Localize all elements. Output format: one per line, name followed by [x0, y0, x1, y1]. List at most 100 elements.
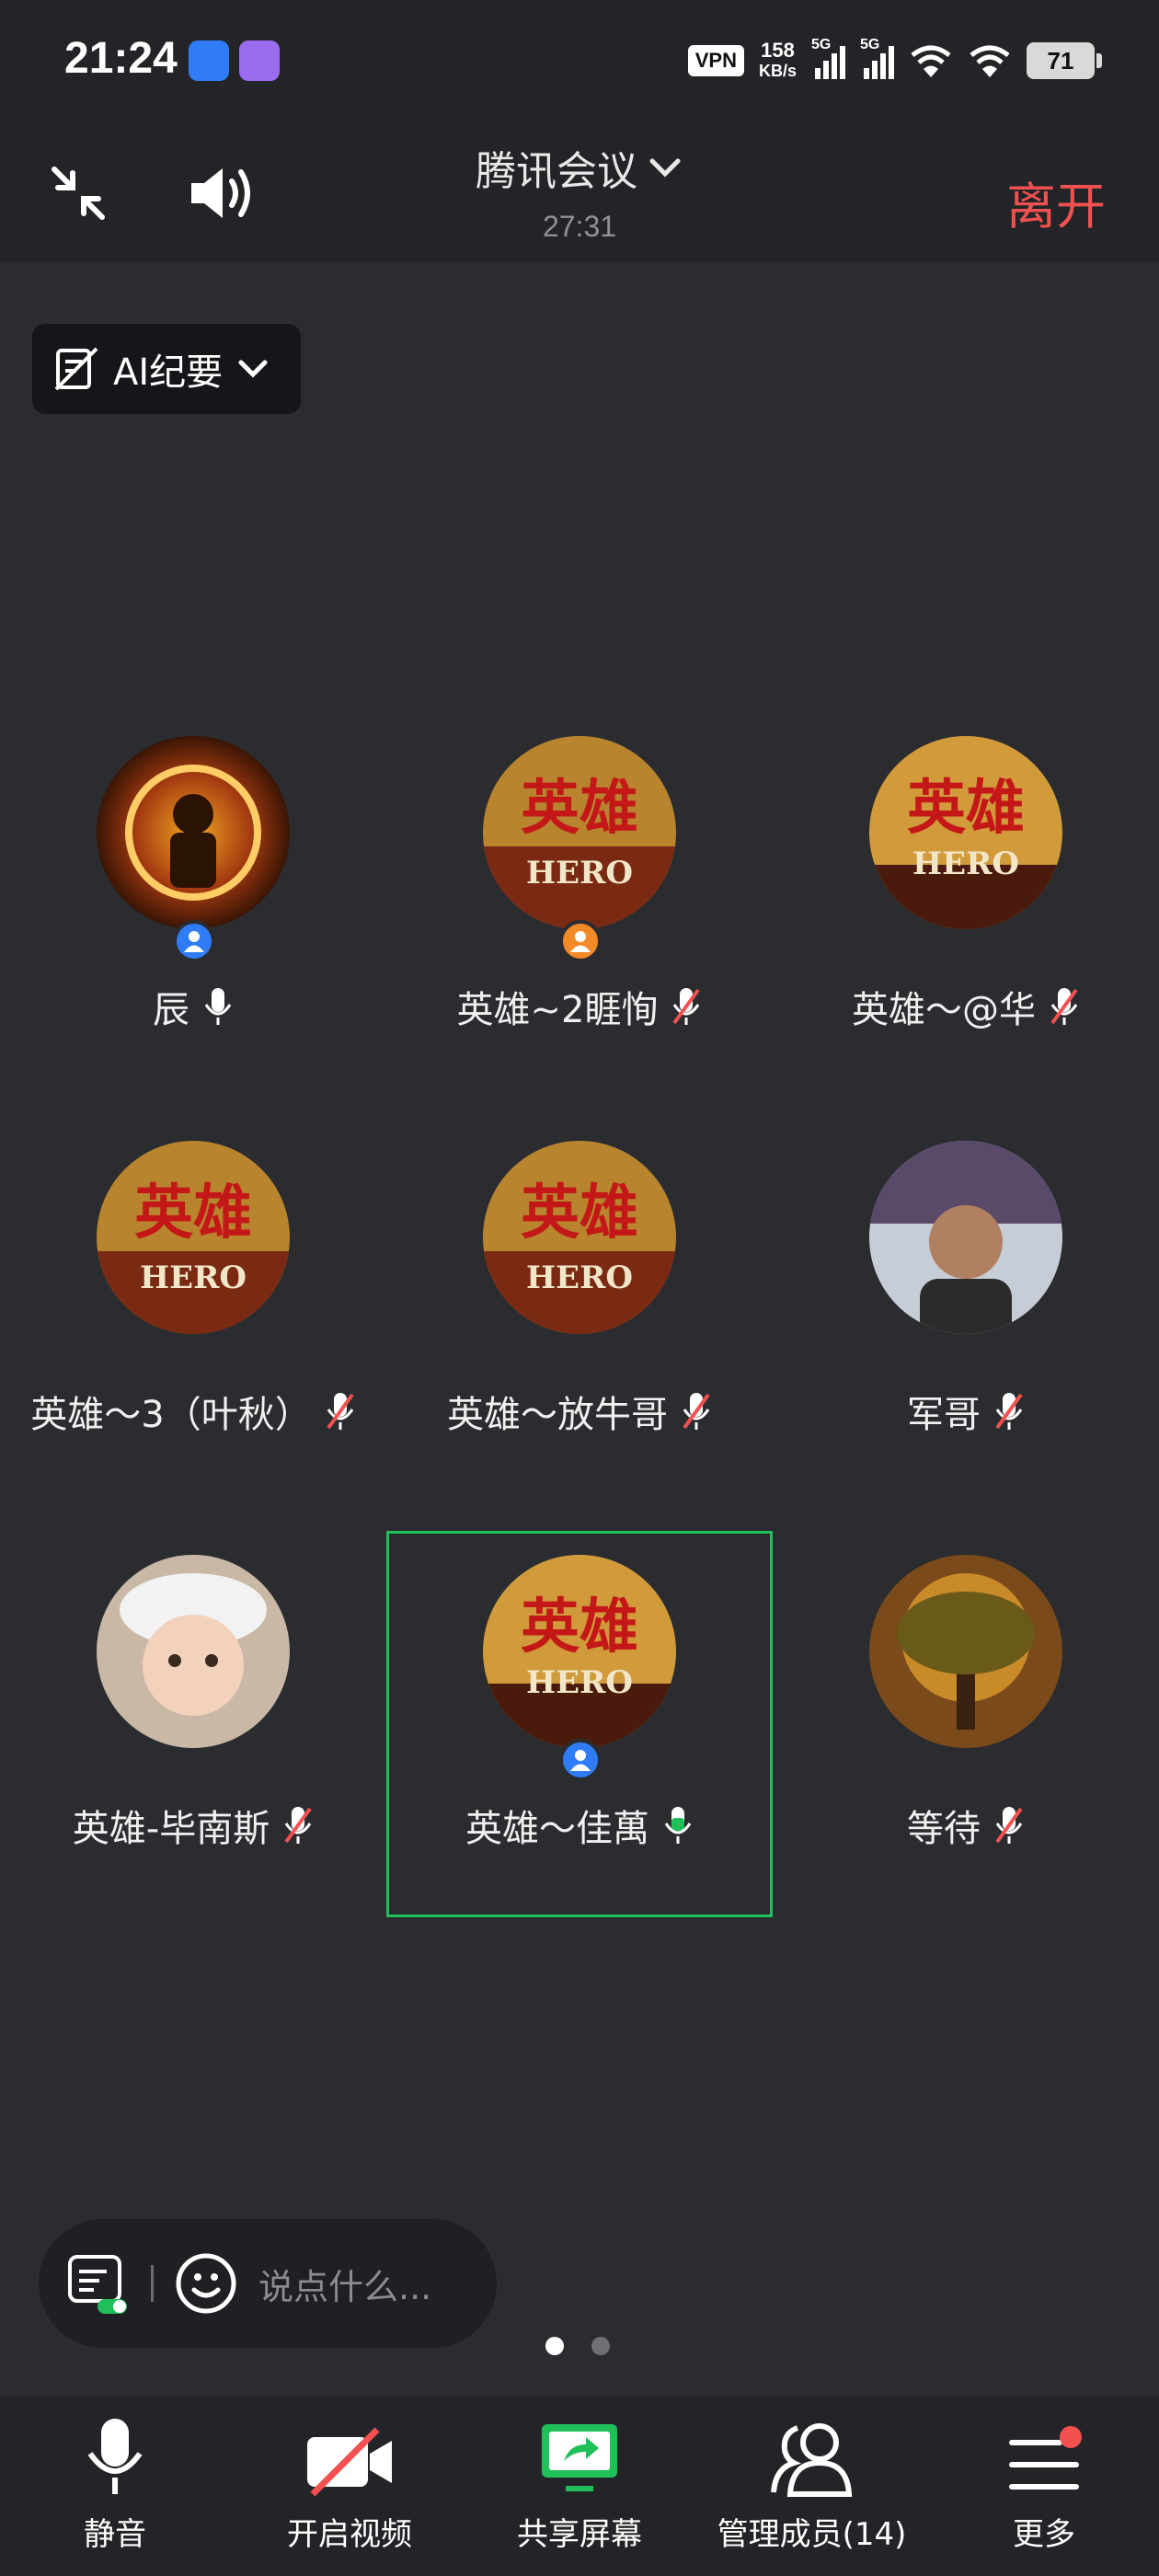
more-label: 更多: [1013, 2516, 1075, 2553]
wifi-icon: [911, 45, 951, 77]
bottom-toolbar: 静音 开启视频 共享屏幕 管理成员(14) 更多: [0, 2397, 1159, 2576]
participant-name: 英雄-毕南斯: [72, 1808, 270, 1850]
participant-name-row: 英雄～@华: [773, 980, 1159, 1033]
manage-members-button[interactable]: 管理成员(14): [713, 2397, 911, 2576]
participant-name-row: 英雄~2睚恂: [386, 980, 773, 1033]
start-video-button[interactable]: 开启视频: [267, 2397, 432, 2576]
participant-tile[interactable]: 英雄 HERO 英雄～放牛哥: [386, 1141, 773, 1454]
participant-tile[interactable]: 军哥: [773, 1141, 1159, 1454]
participant-name-row: 英雄～放牛哥: [386, 1385, 773, 1438]
avatar: [97, 736, 290, 929]
status-indicators: VPN 158 KB/s 5G 5G 71: [687, 35, 1102, 86]
network-speed-value: 158: [761, 39, 795, 62]
participant-tile[interactable]: 等待: [773, 1555, 1159, 1868]
participant-name-row: 英雄～3（叶秋）: [0, 1385, 386, 1438]
participant-tile[interactable]: 英雄 HERO 英雄～@华: [773, 736, 1159, 1049]
svg-text:英雄: 英雄: [134, 1179, 252, 1248]
participant-name-row: 英雄～佳萬: [386, 1799, 773, 1852]
app-notification-icon: [189, 40, 229, 81]
participant-name: 英雄～佳萬: [465, 1808, 649, 1850]
network-type: 5G: [811, 37, 832, 52]
avatar: 英雄 HERO: [483, 1555, 676, 1748]
participant-name: 英雄~2睚恂: [456, 989, 659, 1031]
share-screen-button[interactable]: 共享屏幕: [501, 2397, 658, 2576]
svg-text:英雄: 英雄: [907, 774, 1025, 843]
page-dot: [591, 2337, 610, 2355]
mic-muted-icon: [995, 1807, 1023, 1844]
meeting-title: 腾讯会议: [476, 148, 637, 195]
svg-text:HERO: HERO: [526, 1664, 633, 1701]
participant-name: 军哥: [907, 1394, 981, 1436]
avatar: 英雄 HERO: [483, 1141, 676, 1334]
avatar: 英雄 HERO: [483, 736, 676, 929]
participant-name-row: 英雄-毕南斯: [0, 1799, 386, 1852]
svg-text:HERO: HERO: [912, 845, 1019, 882]
participant-tile[interactable]: 英雄-毕南斯: [0, 1555, 386, 1868]
mic-muted-icon: [327, 1393, 354, 1430]
participant-name-row: 辰: [0, 980, 386, 1033]
participant-name-row: 军哥: [773, 1385, 1159, 1438]
minimize-icon[interactable]: [37, 156, 120, 230]
chat-input-placeholder[interactable]: 说点什么...: [258, 2259, 431, 2309]
avatar: 英雄 HERO: [869, 736, 1062, 929]
participant-tile[interactable]: 辰: [0, 736, 386, 1049]
network-type: 5G: [860, 37, 880, 52]
svg-text:英雄: 英雄: [521, 1593, 638, 1662]
mute-button[interactable]: 静音: [46, 2397, 184, 2576]
mic-muted-icon: [672, 988, 701, 1025]
host-badge-icon: [559, 1739, 602, 1781]
participant-tile-active[interactable]: 英雄 HERO 英雄～佳萬: [386, 1555, 773, 1868]
avatar: [97, 1555, 290, 1748]
page-dot-active: [545, 2337, 564, 2355]
chevron-down-icon: [238, 360, 268, 378]
ai-summary-label: AI纪要: [113, 351, 224, 394]
mic-muted-icon: [284, 1807, 312, 1844]
signal-icon: 5G: [811, 37, 845, 79]
meeting-title-dropdown[interactable]: 腾讯会议: [476, 138, 683, 197]
avatar: 英雄 HERO: [97, 1141, 290, 1334]
vpn-badge: VPN: [687, 45, 744, 76]
mic-on-icon: [204, 988, 232, 1025]
participant-name: 英雄～放牛哥: [447, 1394, 668, 1436]
participant-name-row: 等待: [773, 1799, 1159, 1852]
svg-text:HERO: HERO: [526, 1259, 633, 1296]
members-icon: [770, 2423, 852, 2497]
network-speed: 158 KB/s: [759, 40, 797, 81]
svg-text:HERO: HERO: [526, 855, 633, 891]
participant-name: 英雄～@华: [852, 989, 1036, 1031]
status-bar: 21:24 VPN 158 KB/s 5G 5G 71: [0, 0, 1159, 120]
network-speed-unit: KB/s: [758, 62, 797, 80]
signal-icon: 5G: [860, 37, 894, 79]
avatar: [869, 1555, 1062, 1748]
meeting-header: 腾讯会议 27:31: [396, 138, 763, 244]
ai-summary-button[interactable]: AI纪要: [32, 324, 301, 414]
wifi-icon: [970, 45, 1010, 77]
avatar: [869, 1141, 1062, 1334]
mic-muted-icon: [995, 1393, 1023, 1430]
mic-muted-icon: [683, 1393, 710, 1430]
mic-speaking-icon: [664, 1807, 692, 1844]
svg-text:英雄: 英雄: [521, 1179, 638, 1248]
top-bar: 21:24 VPN 158 KB/s 5G 5G 71 腾讯会议 27:31 离…: [0, 0, 1159, 262]
chevron-down-icon: [649, 158, 681, 178]
share-screen-label: 共享屏幕: [517, 2516, 642, 2553]
participant-tile[interactable]: 英雄 HERO 英雄~2睚恂: [386, 736, 773, 1049]
mute-label: 静音: [84, 2516, 146, 2553]
app-notification-icon: [239, 40, 280, 81]
speaker-icon[interactable]: [179, 156, 262, 230]
emoji-icon[interactable]: [174, 2251, 238, 2316]
participant-name: 英雄～3（叶秋）: [30, 1394, 312, 1436]
leave-button[interactable]: 离开: [1006, 166, 1106, 238]
share-screen-icon: [542, 2424, 617, 2491]
start-video-label: 开启视频: [287, 2516, 412, 2553]
menu-icon: [1009, 2426, 1082, 2490]
caption-toggle-icon[interactable]: [66, 2251, 131, 2316]
svg-text:英雄: 英雄: [521, 774, 638, 843]
chat-input-bar[interactable]: 说点什么...: [39, 2219, 497, 2348]
microphone-icon: [87, 2419, 143, 2494]
participant-tile[interactable]: 英雄 HERO 英雄～3（叶秋）: [0, 1141, 386, 1454]
more-button[interactable]: 更多: [975, 2397, 1113, 2576]
participant-name: 等待: [907, 1808, 981, 1850]
host-badge-icon: [173, 920, 215, 962]
ai-summary-off-icon: [54, 347, 98, 391]
